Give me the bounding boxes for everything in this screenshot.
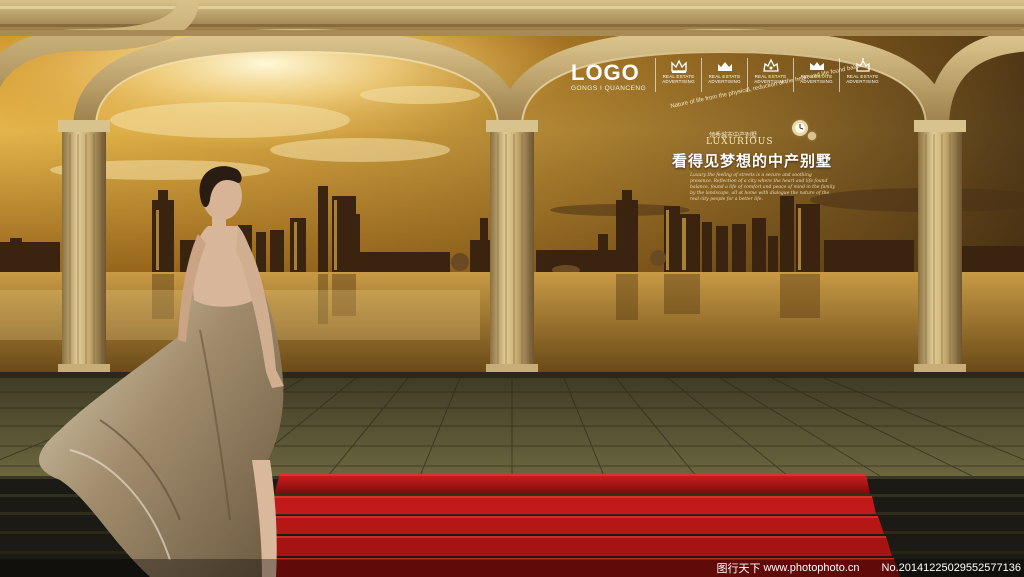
crown-icon bbox=[762, 58, 779, 72]
luxurious-label: LUXURIOUS bbox=[706, 137, 774, 147]
logo: LOGO GONGS I QUANCENG bbox=[571, 60, 647, 93]
column-right bbox=[910, 120, 970, 390]
logo-text: LOGO bbox=[571, 60, 640, 85]
footer-url: www.photophoto.cn bbox=[763, 562, 860, 574]
logo-subtext: GONGS I QUANCENG bbox=[571, 85, 647, 92]
poster: LOGO GONGS I QUANCENG REAL ESTATE ADVERT… bbox=[0, 0, 1024, 577]
crown-icon bbox=[670, 59, 687, 73]
crown-icon bbox=[717, 62, 732, 71]
crown-badge: REAL ESTATE ADVERTISING bbox=[701, 58, 747, 92]
column-middle bbox=[482, 120, 542, 390]
headline: 看得见梦想的中产别墅 bbox=[672, 152, 833, 170]
footer-site: 图行天下 bbox=[716, 563, 761, 575]
crown-badge: REAL ESTATE ADVERTISING bbox=[655, 58, 701, 92]
body-text: Luxury the feeling of streets is a secur… bbox=[690, 173, 835, 202]
column-left bbox=[54, 120, 114, 390]
crown-label-bottom: ADVERTISING bbox=[846, 79, 879, 84]
crown-label-bottom: ADVERTISING bbox=[662, 79, 695, 84]
watermark-footer: 图行天下 www.photophoto.cn No.20141225029552… bbox=[0, 559, 1024, 577]
footer-id: No.20141225029552577136 bbox=[881, 562, 1021, 574]
crown-label-bottom: ADVERTISING bbox=[708, 79, 741, 84]
